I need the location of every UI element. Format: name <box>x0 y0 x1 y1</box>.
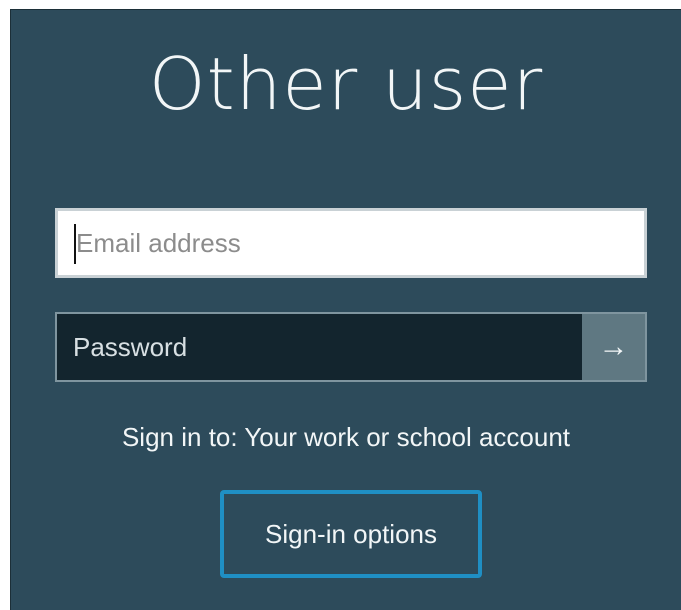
password-field[interactable] <box>57 314 582 380</box>
email-field-container[interactable] <box>55 208 647 278</box>
sign-in-options-label: Sign-in options <box>265 518 437 549</box>
sign-in-options-button[interactable]: Sign-in options <box>220 490 482 578</box>
login-screen: Other user → Sign in to: Your work or sc… <box>10 9 681 610</box>
page-title: Other user <box>148 42 544 126</box>
arrow-right-icon: → <box>598 330 629 363</box>
email-field[interactable] <box>58 211 644 275</box>
text-caret <box>74 224 76 264</box>
submit-button[interactable]: → <box>582 314 645 380</box>
password-field-container[interactable]: → <box>55 312 647 382</box>
sign-in-target-text: Sign in to: Your work or school account <box>121 422 571 452</box>
